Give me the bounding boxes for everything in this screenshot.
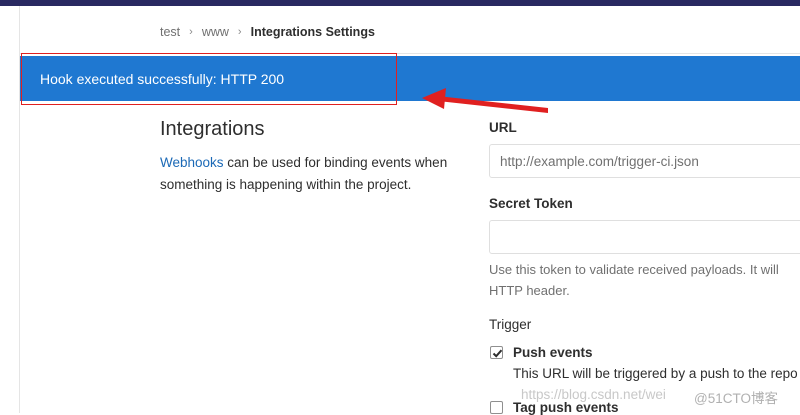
watermark-url: https://blog.csdn.net/wei	[521, 387, 666, 402]
section-description: Webhooks can be used for binding events …	[160, 152, 480, 196]
push-events-description: This URL will be triggered by a push to …	[513, 366, 798, 381]
secret-token-label: Secret Token	[489, 196, 573, 211]
tag-push-events-checkbox[interactable]	[490, 401, 503, 414]
trigger-label: Trigger	[489, 317, 532, 332]
secret-token-input[interactable]	[489, 220, 800, 254]
secret-token-help-line1: Use this token to validate received payl…	[489, 262, 779, 277]
push-events-checkbox[interactable]	[490, 346, 503, 359]
webhooks-link[interactable]: Webhooks	[160, 155, 224, 170]
checkmark-icon	[492, 349, 503, 358]
push-events-label[interactable]: Push events	[513, 345, 593, 360]
watermark-brand: @51CTO博客	[694, 391, 778, 406]
url-label: URL	[489, 120, 517, 135]
annotation-arrow-icon	[422, 88, 548, 113]
url-placeholder: http://example.com/trigger-ci.json	[500, 153, 699, 169]
secret-token-help: Use this token to validate received payl…	[489, 259, 800, 301]
section-title: Integrations	[160, 118, 265, 140]
url-input[interactable]: http://example.com/trigger-ci.json	[489, 144, 800, 178]
secret-token-help-line2: HTTP header.	[489, 283, 570, 298]
